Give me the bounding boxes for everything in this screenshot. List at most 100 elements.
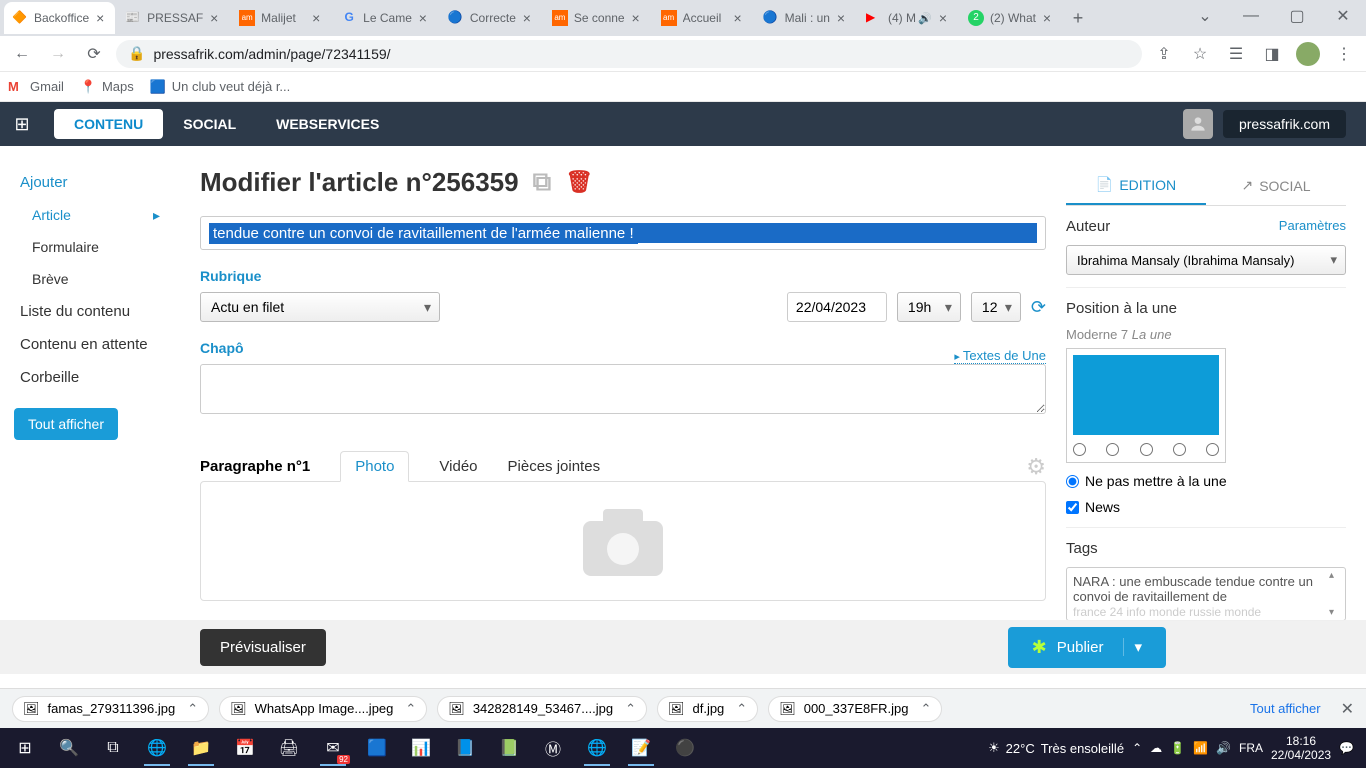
clock[interactable]: 18:1622/04/2023 [1271,734,1331,763]
chrome-icon[interactable]: 🌐 [576,730,618,766]
photo-dropzone[interactable] [200,481,1046,601]
browser-tab-6[interactable]: amAccueil× [653,2,753,34]
chevron-up-icon[interactable]: ⌃ [625,701,636,717]
browser-tab-5[interactable]: amSe conne× [544,2,651,34]
app-icon[interactable]: 📗 [488,730,530,766]
browser-tab-9[interactable]: 2(2) What× [960,2,1062,34]
browser-tab-1[interactable]: 📰PRESSAF× [117,2,229,34]
side-panel-icon[interactable]: ◨ [1258,40,1286,68]
language-indicator[interactable]: FRA [1239,741,1263,755]
chapo-textarea[interactable] [200,364,1046,414]
bookmark-club[interactable]: 🟦Un club veut déjà r... [150,79,291,95]
volume-icon[interactable]: 🔊 [1216,741,1231,755]
trash-icon[interactable]: 🗑 [565,169,593,195]
reading-list-icon[interactable]: ☰ [1222,40,1250,68]
download-item[interactable]: 🖼342828149_53467....jpg⌃ [437,696,647,722]
audio-icon[interactable]: 🔊 [918,12,932,25]
window-maximize-button[interactable]: ▢ [1274,0,1320,32]
sidebar-article[interactable]: Article [0,199,180,231]
app-icon[interactable]: Ⓜ [532,730,574,766]
task-view-icon[interactable]: ⧉ [92,730,134,766]
previsualiser-button[interactable]: Prévisualiser [200,629,326,666]
back-button[interactable]: ← [8,40,36,68]
browser-tab-4[interactable]: 🔵Correcte× [440,2,542,34]
tab-pieces[interactable]: Pièces jointes [508,452,601,481]
refresh-icon[interactable]: ⟳ [1031,297,1046,318]
chrome-menu-button[interactable]: ⋮ [1330,40,1358,68]
minute-select[interactable]: 12 [971,292,1021,322]
obs-icon[interactable]: ⚫ [664,730,706,766]
close-icon[interactable]: × [309,11,323,25]
parametres-link[interactable]: Paramètres [1279,218,1346,235]
sidebar-tout-afficher-button[interactable]: Tout afficher [14,408,118,440]
browser-tab-3[interactable]: GLe Came× [333,2,438,34]
chevron-up-icon[interactable]: ⌃ [736,701,747,717]
window-minimize-button[interactable]: — [1228,0,1274,32]
edge-icon[interactable]: 🌐 [136,730,178,766]
bookmark-star-icon[interactable]: ☆ [1186,40,1214,68]
close-icon[interactable]: × [834,11,848,25]
close-icon[interactable]: × [207,11,221,25]
app-icon[interactable]: 🟦 [356,730,398,766]
tab-video[interactable]: Vidéo [439,452,477,481]
sidebar-attente[interactable]: Contenu en attente [0,328,180,361]
download-item[interactable]: 🖼000_337E8FR.jpg⌃ [768,696,942,722]
close-icon[interactable]: × [93,11,107,25]
rc-tab-edition[interactable]: 📄EDITION [1066,166,1206,205]
date-input[interactable] [787,292,887,322]
onedrive-icon[interactable]: ☁ [1150,741,1162,755]
tray-chevron-icon[interactable]: ⌃ [1132,741,1142,755]
browser-tab-8[interactable]: ▶(4) M🔊× [858,2,958,34]
sidebar-corbeille[interactable]: Corbeille [0,361,180,394]
app-icon[interactable]: 📘 [444,730,486,766]
nav-social[interactable]: SOCIAL [163,109,256,139]
bookmark-maps[interactable]: 📍Maps [80,79,134,95]
sidebar-formulaire[interactable]: Formulaire [0,231,180,263]
close-icon[interactable]: × [1040,11,1054,25]
auteur-select[interactable]: Ibrahima Mansaly (Ibrahima Mansaly) [1066,245,1346,275]
tags-input[interactable]: NARA : une embuscade tendue contre un co… [1066,567,1346,621]
weather-widget[interactable]: ☀ 22°C Très ensoleillé [988,740,1124,756]
copy-icon[interactable]: ⧉ [533,166,552,198]
sidebar-breve[interactable]: Brève [0,263,180,295]
rubrique-select[interactable]: Actu en filet [200,292,440,322]
close-icon[interactable]: × [520,11,534,25]
chevron-up-icon[interactable]: ⌃ [405,701,416,717]
user-avatar[interactable] [1183,109,1213,139]
downloads-close-icon[interactable]: ✕ [1341,699,1354,719]
window-close-button[interactable]: ✕ [1320,0,1366,32]
bookmark-gmail[interactable]: MGmail [8,79,64,95]
calendar-icon[interactable]: 📅 [224,730,266,766]
search-icon[interactable]: 🔍 [48,730,90,766]
browser-tab-0[interactable]: 🔶Backoffice× [4,2,115,34]
download-item[interactable]: 🖼famas_279311396.jpg⌃ [12,696,209,722]
pos-radio-1[interactable] [1073,443,1086,456]
news-checkbox[interactable] [1066,501,1079,514]
notifications-icon[interactable]: 💬 [1339,741,1354,755]
apps-grid-icon[interactable]: ⊞ [0,102,44,146]
no-une-radio[interactable] [1066,475,1079,488]
close-icon[interactable]: × [936,11,950,25]
share-icon[interactable]: ⇪ [1150,40,1178,68]
close-icon[interactable]: × [629,11,643,25]
publier-button[interactable]: Publier▾ [1008,627,1166,668]
rc-tab-social[interactable]: ↗SOCIAL [1206,166,1346,205]
nav-contenu[interactable]: CONTENU [54,109,163,139]
hour-select[interactable]: 19h [897,292,961,322]
start-button[interactable]: ⊞ [4,730,46,766]
new-tab-button[interactable]: + [1064,8,1092,29]
sidebar-ajouter[interactable]: Ajouter [0,166,180,199]
site-button[interactable]: pressafrik.com [1223,110,1346,138]
pos-radio-4[interactable] [1173,443,1186,456]
explorer-icon[interactable]: 📁 [180,730,222,766]
sidebar-liste[interactable]: Liste du contenu [0,295,180,328]
wifi-icon[interactable]: 📶 [1193,741,1208,755]
url-input[interactable]: 🔒 pressafrik.com/admin/page/72341159/ [116,40,1142,68]
tab-dropdown-icon[interactable]: ⌄ [1182,0,1228,32]
article-title-input[interactable]: tendue contre un convoi de ravitaillemen… [200,216,1046,250]
close-icon[interactable]: × [731,11,745,25]
close-icon[interactable]: × [416,11,430,25]
browser-tab-2[interactable]: amMalijet× [231,2,331,34]
chevron-up-icon[interactable]: ⌃ [187,701,198,717]
pos-radio-5[interactable] [1206,443,1219,456]
